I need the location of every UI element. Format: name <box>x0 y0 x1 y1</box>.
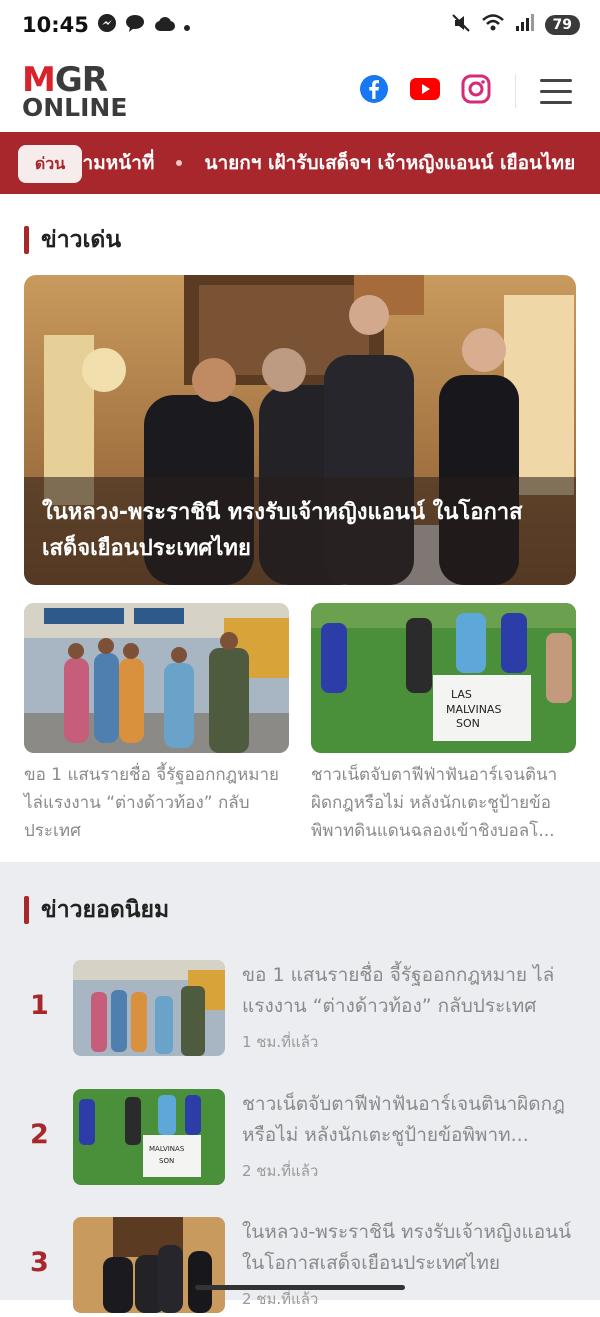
ticker-track: รตามหน้าที่ นายกฯ เฝ้ารับเสด็จฯ เจ้าหญิง… <box>60 132 575 194</box>
article-thumbnail <box>24 603 289 753</box>
article-title[interactable]: ขอ 1 แสนรายชื่อ จี้รัฐออกกฎหมาย ไล่แรงงา… <box>24 761 289 845</box>
popular-item[interactable]: 2 MALVINAS SON ชาวเน็ตจับตาฟีฟ่าฟันอาร์เ… <box>0 1089 600 1189</box>
logo-mark: MGR <box>22 63 127 97</box>
header-actions <box>359 74 572 108</box>
popular-section: ข่าวยอดนิยม 1 ขอ 1 แสนรายชื่อ จี้รัฐออกก… <box>0 862 600 1313</box>
svg-text:MALVINAS: MALVINAS <box>446 703 501 716</box>
dot-icon <box>183 13 191 37</box>
popular-item[interactable]: 3 ในหลวง-พระราชินี ทรงรับเจ้าหญิงแอนน์ ใ… <box>0 1217 600 1317</box>
youtube-icon[interactable] <box>409 77 441 105</box>
ticker-item[interactable]: นายกฯ เฝ้ารับเสด็จฯ เจ้าหญิงแอนน์ เยือนไ… <box>204 148 575 178</box>
site-logo[interactable]: MGR ONLINE <box>22 63 127 120</box>
popular-item[interactable]: 1 ขอ 1 แสนรายชื่อ จี้รัฐออกกฎหมาย ไล่แรง… <box>0 960 600 1060</box>
menu-line-icon <box>540 100 572 104</box>
popular-title[interactable]: ชาวเน็ตจับตาฟีฟ่าฟันอาร์เจนตินาผิดกฎหรือ… <box>242 1089 587 1151</box>
wifi-icon <box>481 13 505 37</box>
ticker-separator <box>176 160 183 166</box>
cloud-icon <box>153 13 175 37</box>
status-bar: 10:45 79 <box>0 0 600 50</box>
site-header: MGR ONLINE <box>0 50 600 132</box>
chat-bubble-icon <box>125 13 145 38</box>
header-divider <box>515 74 516 108</box>
popular-title[interactable]: ในหลวง-พระราชินี ทรงรับเจ้าหญิงแอนน์ ในโ… <box>242 1217 587 1279</box>
featured-section-title: ข่าวเด่น <box>24 222 121 258</box>
popular-time: 2 ชม.ที่แล้ว <box>242 1162 319 1180</box>
svg-text:MALVINAS: MALVINAS <box>149 1145 185 1153</box>
breaking-label: ด่วน <box>18 145 82 183</box>
svg-text:SON: SON <box>159 1157 174 1165</box>
section-accent-bar <box>24 226 29 254</box>
popular-section-title: ข่าวยอดนิยม <box>24 892 169 928</box>
logo-online: ONLINE <box>22 92 128 122</box>
mute-icon <box>451 13 471 37</box>
menu-line-icon <box>540 89 572 93</box>
popular-rank: 3 <box>30 1247 49 1278</box>
popular-title[interactable]: ขอ 1 แสนรายชื่อ จี้รัฐออกกฎหมาย ไล่แรงงา… <box>242 960 587 1022</box>
popular-thumbnail <box>73 960 225 1056</box>
popular-title-text: ข่าวยอดนิยม <box>41 897 170 923</box>
facebook-icon[interactable] <box>359 74 389 108</box>
instagram-icon[interactable] <box>461 74 491 108</box>
hero-title[interactable]: ในหลวง-พระราชินี ทรงรับเจ้าหญิงแอนน์ ในโ… <box>24 477 576 585</box>
article-thumbnail: LAS MALVINAS SON <box>311 603 576 753</box>
menu-line-icon <box>540 78 572 82</box>
article-title[interactable]: ชาวเน็ตจับตาฟีฟ่าฟันอาร์เจนตินาผิดกฎหรือ… <box>311 761 576 845</box>
featured-title-text: ข่าวเด่น <box>41 227 122 253</box>
popular-time: 1 ชม.ที่แล้ว <box>242 1033 319 1051</box>
status-time: 10:45 <box>22 13 89 37</box>
section-accent-bar <box>24 896 29 924</box>
svg-text:LAS: LAS <box>451 688 472 701</box>
hero-article[interactable]: ในหลวง-พระราชินี ทรงรับเจ้าหญิงแอนน์ ในโ… <box>24 275 576 585</box>
article-card[interactable]: LAS MALVINAS SON ชาวเน็ตจับตาฟีฟ่าฟันอาร… <box>311 603 576 845</box>
messenger-icon <box>97 13 117 38</box>
breaking-news-ticker: รตามหน้าที่ นายกฯ เฝ้ารับเสด็จฯ เจ้าหญิง… <box>0 132 600 194</box>
popular-rank: 1 <box>30 990 49 1021</box>
battery-indicator: 79 <box>544 15 580 35</box>
popular-thumbnail: MALVINAS SON <box>73 1089 225 1185</box>
status-right: 79 <box>451 13 580 37</box>
article-card[interactable]: ขอ 1 แสนรายชื่อ จี้รัฐออกกฎหมาย ไล่แรงงา… <box>24 603 289 845</box>
hamburger-menu-button[interactable] <box>540 78 572 104</box>
popular-time: 2 ชม.ที่แล้ว <box>242 1290 319 1308</box>
status-left: 10:45 <box>22 13 191 38</box>
home-indicator[interactable] <box>195 1285 405 1290</box>
popular-thumbnail <box>73 1217 225 1313</box>
svg-text:SON: SON <box>456 717 480 730</box>
popular-rank: 2 <box>30 1119 49 1150</box>
social-links <box>359 74 491 108</box>
signal-icon <box>515 13 535 37</box>
